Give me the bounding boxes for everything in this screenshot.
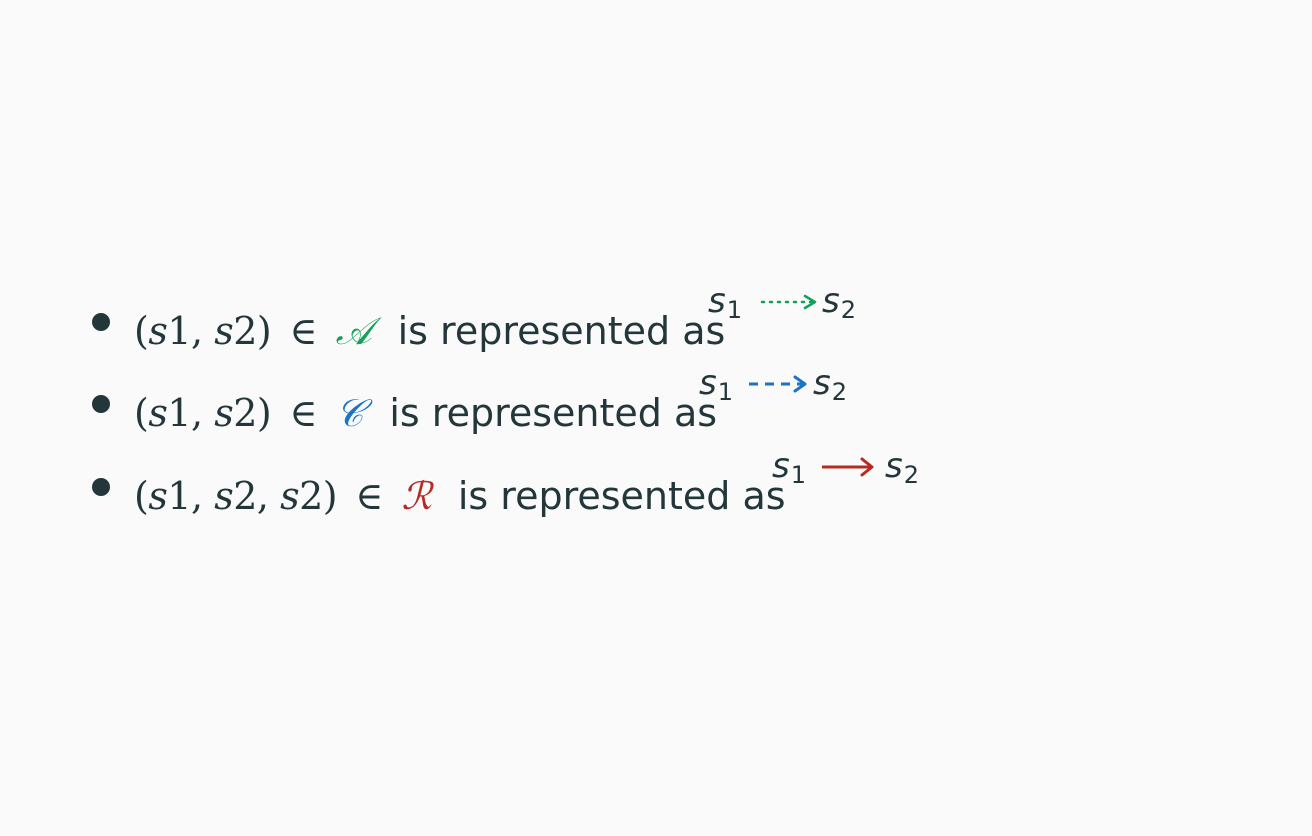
relation-diagram-c: s1 s2 [699,366,849,406]
dashed-arrow [749,375,807,393]
set-symbol-r: ℛ [401,474,432,518]
item-text: (s1, s2) ∈ 𝒜 is represented as [134,312,725,350]
set-symbol-a: 𝒜 [335,309,372,353]
source-node: s1 [772,446,806,489]
relation-diagram-r: s1 s2 [772,449,922,489]
tuple-r: (s1, s2, s2) [134,474,338,518]
element-of-symbol: ∈ [289,309,318,353]
item-label: is represented as [457,474,786,518]
tuple-c: (s1, s2) [134,391,272,435]
bullet [92,478,110,496]
set-symbol-c: 𝒞 [335,391,364,435]
item-text: (s1, s2, s2) ∈ ℛ is represented as [134,477,786,515]
item-label: is represented as [397,309,726,353]
relation-diagram-a: s1 s2 [708,284,858,324]
target-node: s2 [822,281,856,324]
bullet [92,313,110,331]
slide: (s1, s2) ∈ 𝒜 is represented as s1 s2 (s1… [0,0,1312,836]
bullet [92,395,110,413]
element-of-symbol: ∈ [289,391,318,435]
target-node: s2 [885,446,919,489]
solid-arrow [822,457,874,477]
element-of-symbol: ∈ [355,474,384,518]
target-node: s2 [813,363,847,406]
dotted-arrow [760,294,817,310]
source-node: s1 [699,363,733,406]
source-node: s1 [708,281,742,324]
tuple-a: (s1, s2) [134,309,272,353]
item-text: (s1, s2) ∈ 𝒞 is represented as [134,394,717,432]
item-label: is represented as [389,391,718,435]
